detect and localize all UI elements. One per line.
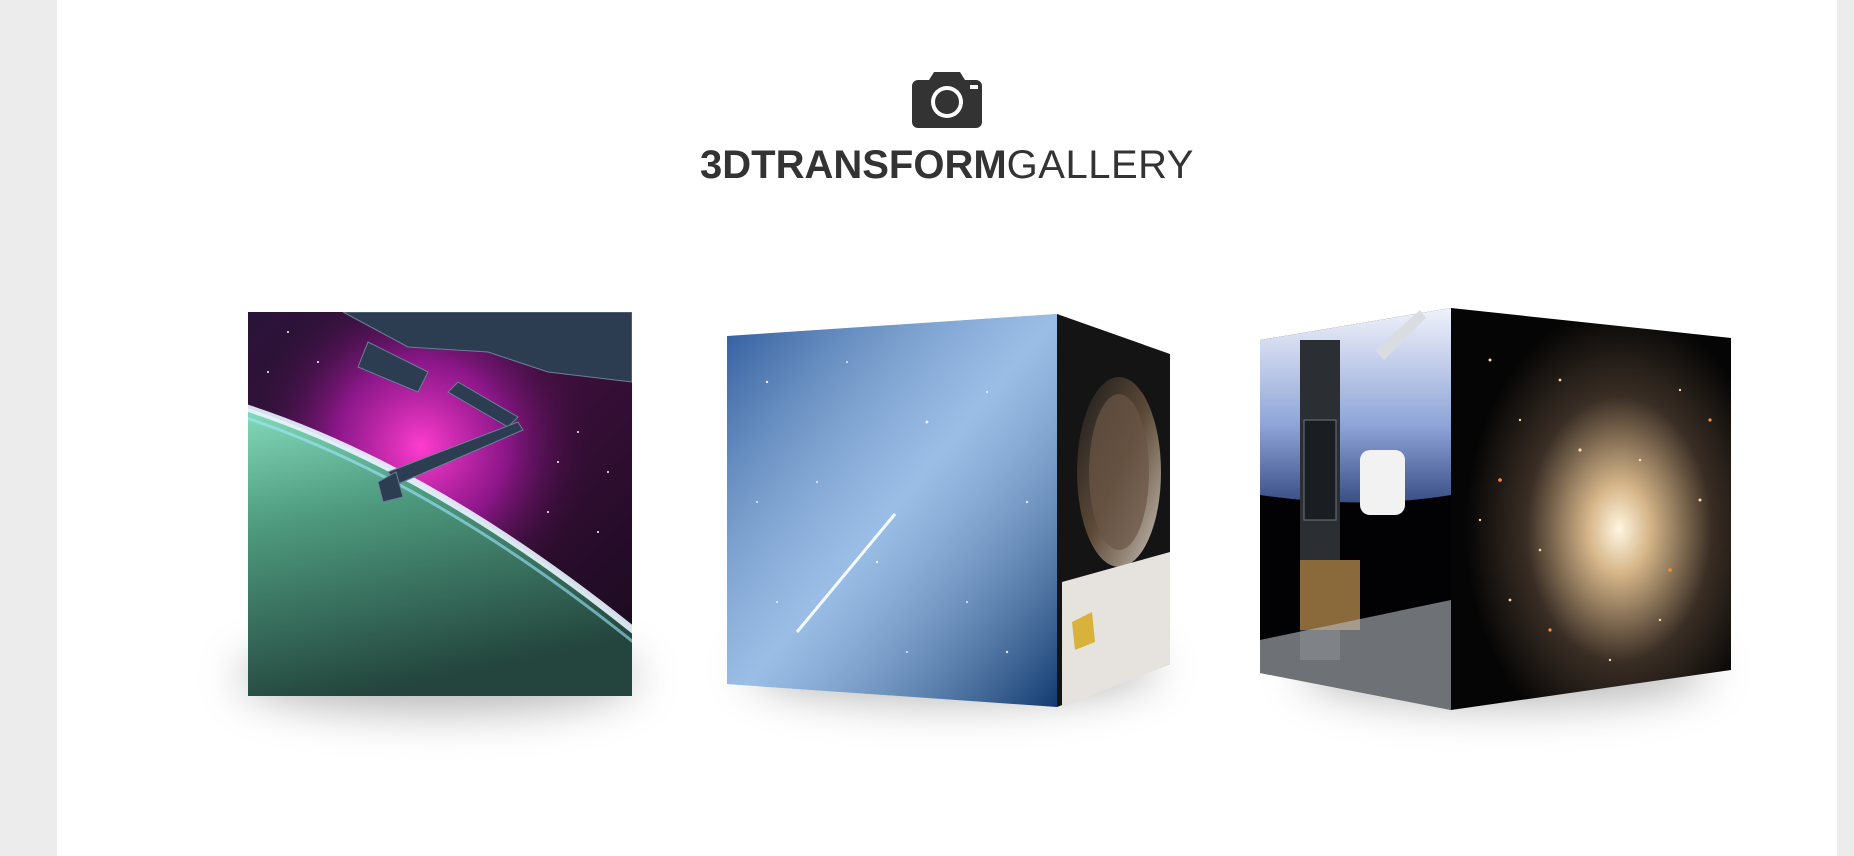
gallery-item-1[interactable]	[238, 312, 638, 712]
astronaut-face	[1057, 314, 1170, 707]
site-title-light: GALLERY	[1006, 143, 1194, 187]
shuttle-face	[1260, 308, 1451, 710]
gallery-item-3[interactable]	[1260, 300, 1732, 710]
header: 3DTRANSFORMGALLERY	[57, 68, 1837, 189]
camera-icon	[912, 68, 982, 128]
gallery	[57, 290, 1837, 770]
star-cluster-face	[1451, 308, 1731, 710]
aurora-earth-photo	[248, 312, 632, 696]
gallery-page: 3DTRANSFORMGALLERY	[57, 0, 1837, 856]
milky-way-face	[727, 314, 1057, 707]
site-title: 3DTRANSFORMGALLERY	[57, 141, 1837, 189]
site-title-bold: 3DTRANSFORM	[700, 143, 1007, 187]
gallery-item-2[interactable]	[727, 302, 1172, 707]
